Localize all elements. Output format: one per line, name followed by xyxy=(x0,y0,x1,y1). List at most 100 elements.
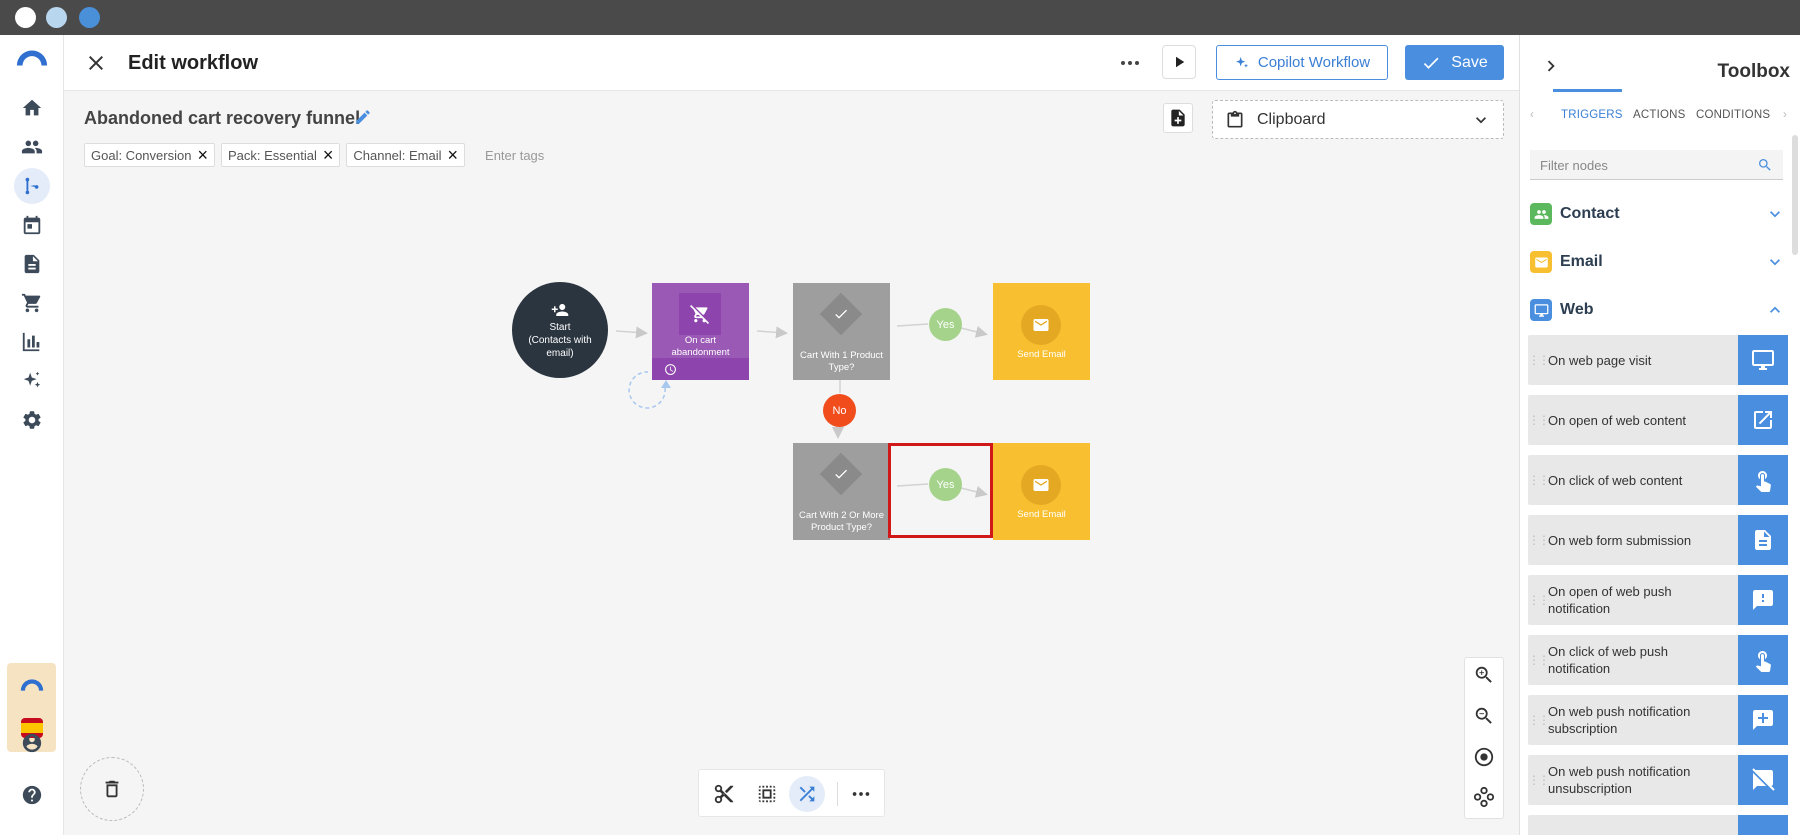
pointer-hand-icon xyxy=(1738,455,1788,505)
yes-branch-badge[interactable]: Yes xyxy=(929,308,962,341)
documents-icon[interactable] xyxy=(19,251,45,277)
toolbox-item-click-web-push[interactable]: ⋮⋮ On click of web push notification xyxy=(1528,635,1788,685)
app-logo-icon[interactable] xyxy=(14,45,50,71)
condition-node-two-products[interactable]: Cart With 2 Or More Product Type? xyxy=(793,443,890,540)
send-email-node[interactable]: Send Email xyxy=(993,443,1090,540)
tab-triggers[interactable]: TRIGGERS xyxy=(1561,109,1623,121)
tab-actions[interactable]: ACTIONS xyxy=(1633,109,1686,121)
add-note-button[interactable] xyxy=(1163,103,1193,133)
window-close-dot[interactable] xyxy=(15,7,36,28)
category-contact[interactable]: Contact xyxy=(1530,201,1785,227)
calendar-icon[interactable] xyxy=(19,212,45,238)
canvas-toolbar xyxy=(698,769,885,817)
toolbox-item-label: On web form submission xyxy=(1548,532,1692,548)
remove-tag-icon[interactable]: × xyxy=(323,146,334,164)
reports-icon[interactable] xyxy=(19,329,45,355)
window-titlebar xyxy=(0,0,1800,35)
save-button[interactable]: Save xyxy=(1405,45,1504,80)
center-view-icon[interactable] xyxy=(1473,746,1497,770)
collapse-panel-chevron-icon[interactable] xyxy=(1540,55,1562,77)
tags-input[interactable]: Enter tags xyxy=(485,148,544,163)
toolbox-scrollbar[interactable] xyxy=(1792,135,1798,255)
trigger-node-cart-abandonment[interactable]: On cart abandonment xyxy=(652,283,749,380)
filter-nodes-input[interactable]: Filter nodes xyxy=(1530,150,1783,180)
send-email-node[interactable]: Send Email xyxy=(993,283,1090,380)
scissors-icon[interactable] xyxy=(711,781,737,807)
alert-message-icon xyxy=(1738,575,1788,625)
selected-connector-highlight[interactable] xyxy=(888,443,993,538)
toolbox-item-web-push-unsubscription[interactable]: ⋮⋮ On web push notification unsubscripti… xyxy=(1528,755,1788,805)
remove-tag-icon[interactable]: × xyxy=(197,146,208,164)
workflow-name[interactable]: Abandoned cart recovery funnel xyxy=(84,108,360,129)
contacts-icon[interactable] xyxy=(19,134,45,160)
toolbox-item-web-page-visit[interactable]: ⋮⋮ On web page visit xyxy=(1528,335,1788,385)
email-envelope-icon xyxy=(1530,251,1552,273)
drag-handle-icon[interactable]: ⋮⋮ xyxy=(1528,593,1550,607)
category-email[interactable]: Email xyxy=(1530,249,1785,275)
toolbox-item-open-web-push[interactable]: ⋮⋮ On open of web push notification xyxy=(1528,575,1788,625)
drag-handle-icon[interactable]: ⋮⋮ xyxy=(1528,413,1550,427)
toolbox-item-label: On click of web push notification xyxy=(1548,644,1668,676)
toolbox-item-web-push-subscription[interactable]: ⋮⋮ On web push notification subscription xyxy=(1528,695,1788,745)
window-minimize-dot[interactable] xyxy=(46,7,67,28)
zoom-out-icon[interactable] xyxy=(1473,705,1497,729)
toolbox-tabs: ‹ TRIGGERS ACTIONS CONDITIONS › xyxy=(1530,103,1795,133)
contact-group-icon xyxy=(1530,203,1552,225)
toolbox-item-partial[interactable]: ⋮⋮ xyxy=(1528,815,1788,835)
remove-tag-icon[interactable]: × xyxy=(448,146,459,164)
drag-handle-icon[interactable]: ⋮⋮ xyxy=(1528,353,1550,367)
cart-off-icon xyxy=(679,293,721,335)
condition-diamond-icon xyxy=(819,292,863,336)
workflows-icon[interactable] xyxy=(14,168,50,204)
user-profile-icon[interactable] xyxy=(19,730,45,756)
toolbox-title: Toolbox xyxy=(1717,61,1790,82)
more-options-icon[interactable] xyxy=(848,781,874,807)
condition-node-one-product[interactable]: Cart With 1 Product Type? xyxy=(793,283,890,380)
drag-handle-icon[interactable]: ⋮⋮ xyxy=(1528,653,1550,667)
drag-handle-icon[interactable]: ⋮⋮ xyxy=(1528,473,1550,487)
cart-icon[interactable] xyxy=(19,290,45,316)
clock-icon xyxy=(665,364,676,375)
tabs-scroll-right-icon[interactable]: › xyxy=(1783,109,1787,121)
category-web[interactable]: Web xyxy=(1530,297,1785,323)
action-label: Send Email xyxy=(1017,349,1066,360)
condition-label: Cart With 1 Product Type? xyxy=(800,350,883,373)
delete-drop-zone[interactable] xyxy=(80,757,144,821)
ai-sparkle-icon[interactable] xyxy=(19,368,45,394)
toolbox-item-web-form-submission[interactable]: ⋮⋮ On web form submission xyxy=(1528,515,1788,565)
remove-message-icon xyxy=(1738,755,1788,805)
tabs-scroll-left-icon[interactable]: ‹ xyxy=(1530,109,1534,121)
drag-handle-icon[interactable]: ⋮⋮ xyxy=(1528,773,1550,787)
check-icon xyxy=(1424,57,1439,69)
email-envelope-icon xyxy=(1021,465,1061,505)
select-all-icon[interactable] xyxy=(754,781,780,807)
drag-handle-icon[interactable]: ⋮⋮ xyxy=(1528,713,1550,727)
active-tab-indicator xyxy=(1553,89,1622,92)
help-icon[interactable] xyxy=(19,782,45,808)
toolbox-item-open-web-content[interactable]: ⋮⋮ On open of web content xyxy=(1528,395,1788,445)
filter-placeholder: Filter nodes xyxy=(1540,158,1608,173)
copilot-workflow-button[interactable]: Copilot Workflow xyxy=(1216,45,1388,80)
settings-gear-icon[interactable] xyxy=(19,407,45,433)
toolbox-item-label: On click of web content xyxy=(1548,472,1683,488)
condition-diamond-icon xyxy=(819,452,863,496)
shuffle-icon[interactable] xyxy=(789,776,825,812)
more-options-icon[interactable] xyxy=(1118,51,1142,75)
clipboard-label: Clipboard xyxy=(1257,110,1326,128)
no-branch-badge[interactable]: No xyxy=(823,394,856,427)
tab-conditions[interactable]: CONDITIONS xyxy=(1696,109,1770,121)
toolbox-item-click-web-content[interactable]: ⋮⋮ On click of web content xyxy=(1528,455,1788,505)
window-maximize-dot[interactable] xyxy=(79,7,100,28)
close-icon[interactable] xyxy=(84,51,108,75)
zoom-in-icon[interactable] xyxy=(1473,664,1497,688)
next-item-icon xyxy=(1738,815,1788,835)
check-icon xyxy=(835,469,847,479)
clipboard-dropdown[interactable]: Clipboard xyxy=(1212,100,1504,139)
edit-name-pencil-icon[interactable] xyxy=(354,108,372,126)
run-workflow-button[interactable] xyxy=(1162,45,1196,79)
start-node[interactable]: Start (Contacts with email) xyxy=(512,282,608,378)
auto-layout-icon[interactable] xyxy=(1473,786,1497,810)
drag-handle-icon[interactable]: ⋮⋮ xyxy=(1528,533,1550,547)
home-icon[interactable] xyxy=(19,95,45,121)
add-message-icon xyxy=(1738,695,1788,745)
